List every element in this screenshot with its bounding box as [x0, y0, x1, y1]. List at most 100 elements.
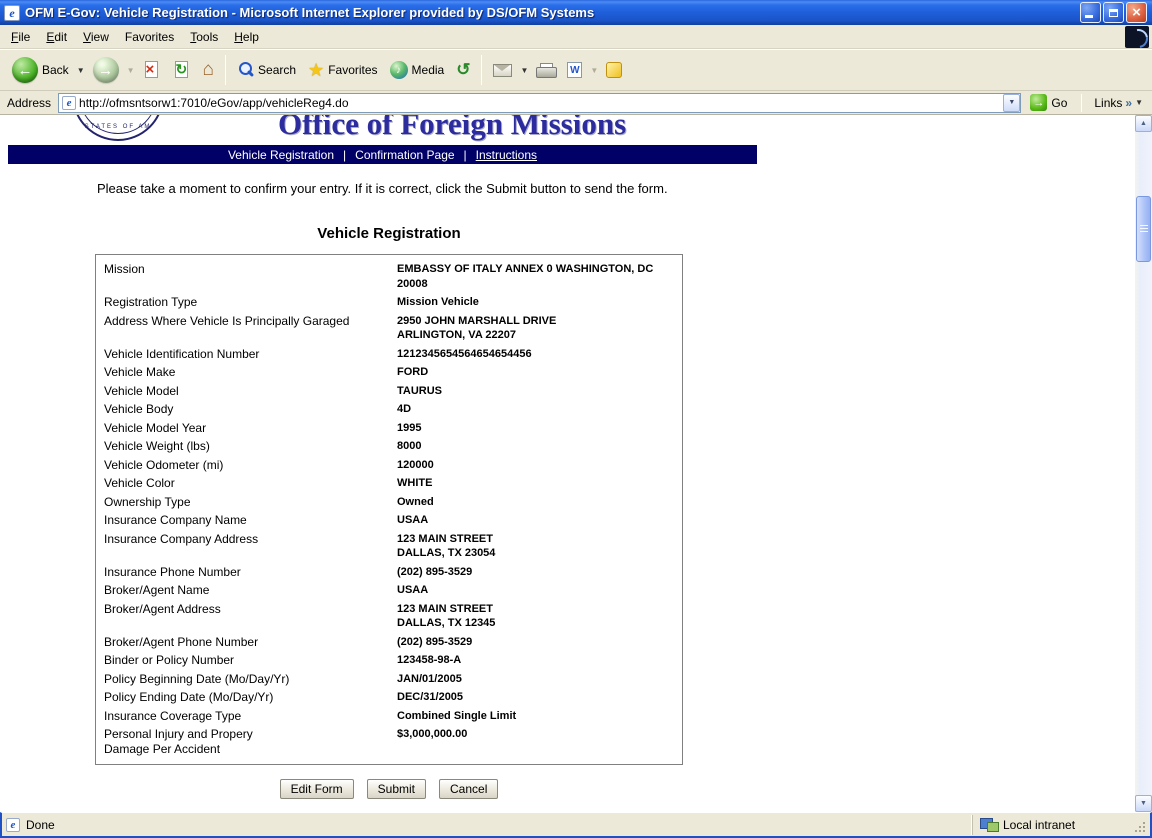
field-value: Owned [397, 495, 678, 510]
toolbar-separator [225, 55, 226, 85]
scrollbar-thumb[interactable] [1136, 196, 1151, 262]
back-button[interactable]: ← Back [6, 52, 75, 88]
field-row: Insurance Coverage TypeCombined Single L… [104, 707, 678, 726]
stop-icon: × [143, 59, 161, 81]
page-icon: e [6, 818, 20, 832]
print-button[interactable] [530, 52, 561, 88]
field-label: Policy Beginning Date (Mo/Day/Yr) [104, 672, 397, 687]
local-intranet-icon [980, 818, 997, 831]
field-value: $3,000,000.00 [397, 727, 678, 756]
zone-label: Local intranet [1003, 818, 1075, 832]
minimize-button[interactable] [1080, 2, 1101, 23]
field-label: Broker/Agent Address [104, 602, 397, 631]
forward-button[interactable]: → [87, 52, 125, 88]
field-row: Broker/Agent Phone Number(202) 895-3529 [104, 633, 678, 652]
field-value: 2950 JOHN MARSHALL DRIVE ARLINGTON, VA 2… [397, 314, 678, 343]
nav-separator: | [464, 148, 467, 162]
field-row: Binder or Policy Number123458-98-A [104, 651, 678, 670]
go-label: Go [1051, 96, 1067, 110]
restore-button[interactable] [1103, 2, 1124, 23]
toolbar-separator [481, 55, 482, 85]
page-viewport: STATES OF AM Office of Foreign Missions … [0, 115, 1152, 812]
department-seal-logo: STATES OF AM [72, 115, 164, 141]
minimize-icon [1085, 15, 1093, 18]
app-icon: e [4, 5, 20, 21]
go-button[interactable]: → Go [1025, 93, 1072, 112]
menu-file[interactable]: File [3, 26, 38, 48]
menu-help[interactable]: Help [226, 26, 267, 48]
menu-view[interactable]: View [75, 26, 117, 48]
scrollbar-track[interactable] [1135, 132, 1152, 795]
field-row: MissionEMBASSY OF ITALY ANNEX 0 WASHINGT… [104, 260, 678, 293]
field-label: Address Where Vehicle Is Principally Gar… [104, 314, 397, 343]
forward-icon: → [93, 57, 119, 83]
nav-instructions[interactable]: Instructions [476, 148, 537, 162]
media-button[interactable]: ♪ Media [384, 52, 451, 88]
chevron-right-icon: » [1125, 96, 1132, 110]
print-icon [536, 63, 555, 78]
nav-vehicle-registration[interactable]: Vehicle Registration [228, 148, 334, 162]
field-row: Vehicle MakeFORD [104, 363, 678, 382]
edit-with-word-button[interactable]: W [561, 52, 588, 88]
menu-favorites[interactable]: Favorites [117, 26, 182, 48]
address-combo: e ▼ [58, 93, 1021, 113]
restore-icon [1109, 9, 1118, 17]
search-label: Search [258, 63, 296, 77]
field-value: Combined Single Limit [397, 709, 678, 724]
refresh-button[interactable]: ↻ [167, 52, 197, 88]
scroll-up-button[interactable]: ▲ [1135, 115, 1152, 132]
star-icon: ★ [308, 61, 324, 79]
field-row: Insurance Phone Number(202) 895-3529 [104, 563, 678, 582]
field-row: Personal Injury and Propery Damage Per A… [104, 725, 678, 758]
forward-dropdown[interactable]: ▼ [125, 52, 137, 88]
nav-confirmation-page[interactable]: Confirmation Page [355, 148, 454, 162]
field-label: Vehicle Color [104, 476, 397, 491]
edit-form-button[interactable]: Edit Form [280, 779, 354, 799]
field-value: Mission Vehicle [397, 295, 678, 310]
page-nav: Vehicle Registration|Confirmation Page|I… [8, 145, 757, 164]
history-icon: ↺ [456, 61, 470, 79]
site-title: Office of Foreign Missions [278, 115, 626, 142]
field-value: TAURUS [397, 384, 678, 399]
field-row: Ownership TypeOwned [104, 493, 678, 512]
field-row: Vehicle ColorWHITE [104, 474, 678, 493]
history-button[interactable]: ↺ [450, 52, 476, 88]
links-button[interactable]: Links » ▼ [1091, 96, 1148, 110]
field-value: 123 MAIN STREET DALLAS, TX 23054 [397, 532, 678, 561]
field-row: Vehicle Odometer (mi)120000 [104, 456, 678, 475]
edit-dropdown[interactable]: ▼ [588, 52, 600, 88]
field-label: Binder or Policy Number [104, 653, 397, 668]
messenger-button[interactable] [600, 52, 628, 88]
field-label: Vehicle Odometer (mi) [104, 458, 397, 473]
submit-button[interactable]: Submit [367, 779, 426, 799]
vertical-scrollbar[interactable]: ▲ ▼ [1135, 115, 1152, 812]
field-row: Vehicle Model Year1995 [104, 419, 678, 438]
scroll-down-button[interactable]: ▼ [1135, 795, 1152, 812]
confirm-message: Please take a moment to confirm your ent… [97, 181, 668, 196]
field-label: Policy Ending Date (Mo/Day/Yr) [104, 690, 397, 705]
stop-button[interactable]: × [137, 52, 167, 88]
refresh-icon: ↻ [173, 59, 191, 81]
cancel-button[interactable]: Cancel [439, 779, 498, 799]
menu-bar-items: FileEditViewFavoritesToolsHelp [3, 26, 267, 48]
field-label: Vehicle Identification Number [104, 347, 397, 362]
search-button[interactable]: Search [231, 52, 302, 88]
menu-tools[interactable]: Tools [182, 26, 226, 48]
field-value: FORD [397, 365, 678, 380]
mail-button[interactable] [487, 52, 518, 88]
field-label: Vehicle Weight (lbs) [104, 439, 397, 454]
browser-window: e OFM E-Gov: Vehicle Registration - Micr… [0, 0, 1152, 838]
favorites-button[interactable]: ★ Favorites [302, 52, 384, 88]
mail-dropdown[interactable]: ▼ [518, 52, 530, 88]
address-input[interactable] [76, 96, 1003, 110]
menu-edit[interactable]: Edit [38, 26, 75, 48]
address-dropdown[interactable]: ▼ [1003, 94, 1020, 112]
back-dropdown[interactable]: ▼ [75, 52, 87, 88]
field-label: Insurance Phone Number [104, 565, 397, 580]
close-button[interactable]: × [1126, 2, 1147, 23]
window-controls: × [1080, 2, 1147, 23]
toolbar: ← Back ▼ → ▼ × ↻ ⌂ Search ★ Favorites ♪ … [0, 49, 1152, 91]
fields-table: MissionEMBASSY OF ITALY ANNEX 0 WASHINGT… [95, 254, 683, 765]
home-button[interactable]: ⌂ [197, 52, 220, 88]
resize-grip[interactable] [1132, 819, 1147, 834]
